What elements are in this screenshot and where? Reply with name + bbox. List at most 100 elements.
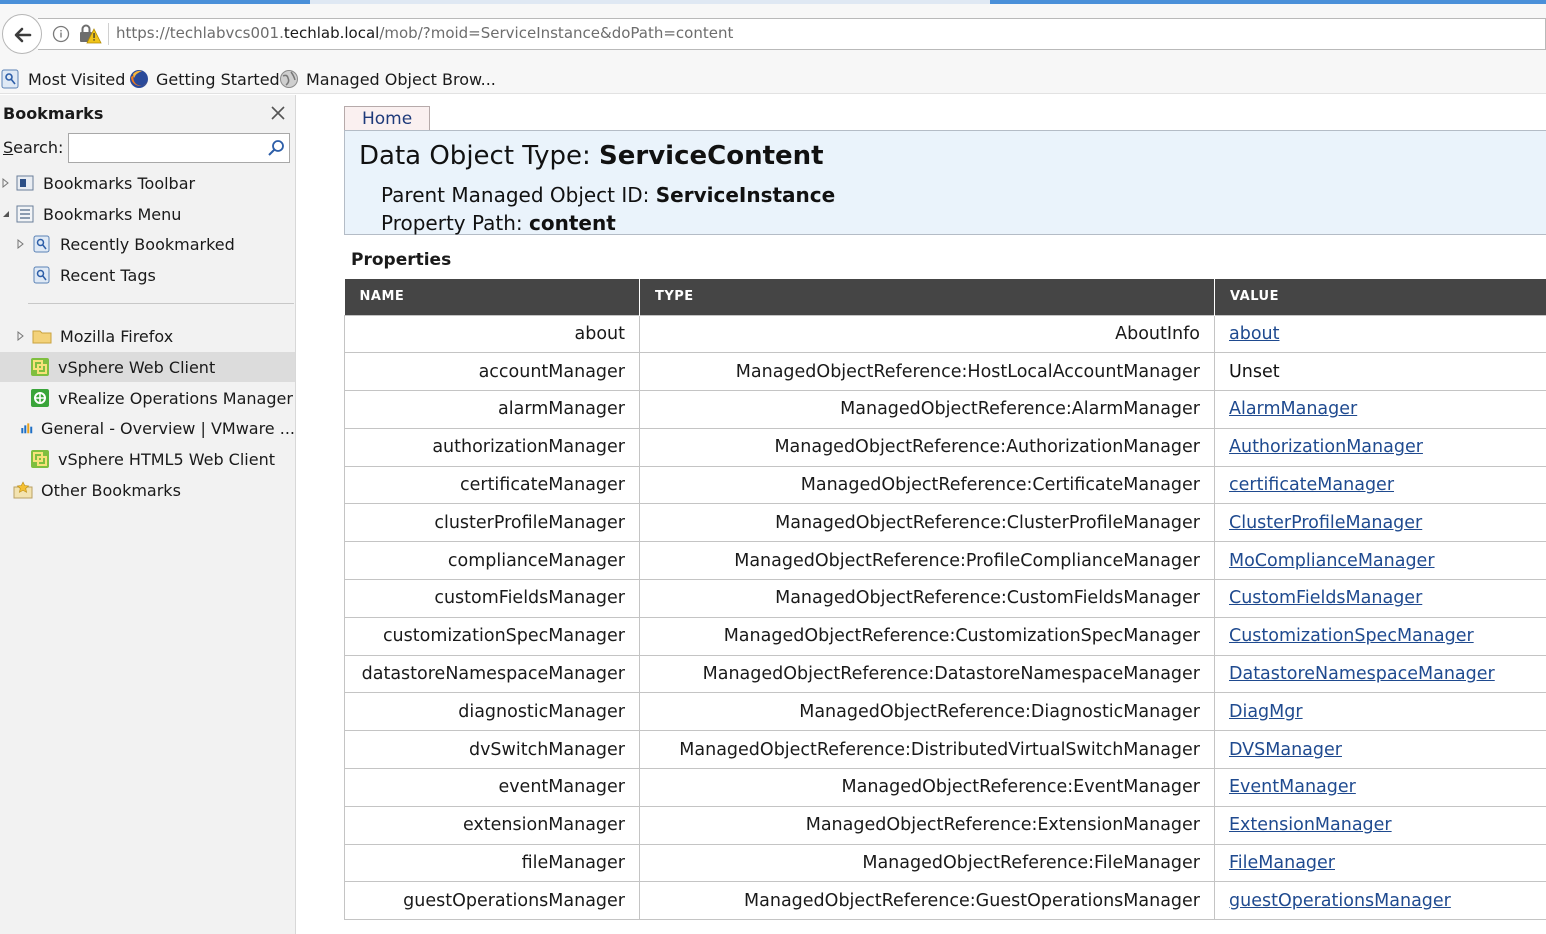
- properties-heading: Properties: [351, 250, 452, 270]
- vsphere-icon: [31, 450, 49, 468]
- tree-item-vrealize-operations[interactable]: vRealize Operations Manager: [0, 383, 295, 413]
- bookmarks-sidebar: Bookmarks Search: Bookmarks Toolbar Book…: [0, 95, 296, 934]
- property-value-link[interactable]: CustomizationSpecManager: [1229, 626, 1474, 646]
- property-type: ManagedObjectReference:AlarmManager: [639, 390, 1215, 429]
- smart-folder-icon: [33, 235, 50, 253]
- info-icon[interactable]: [52, 25, 70, 43]
- property-name: authorizationManager: [344, 427, 640, 467]
- property-value-cell: ClusterProfileManager: [1214, 503, 1546, 543]
- property-type: ManagedObjectReference:CertificateManage…: [639, 465, 1215, 505]
- property-value-link[interactable]: CustomFieldsManager: [1229, 588, 1422, 608]
- property-value-link[interactable]: DiagMgr: [1229, 702, 1303, 722]
- property-value-cell: CustomizationSpecManager: [1214, 616, 1546, 656]
- table-row: dvSwitchManager ManagedObjectReference:Di…: [344, 730, 1546, 770]
- property-value-link[interactable]: AlarmManager: [1229, 399, 1357, 419]
- page-content: Home Data Object Type: ServiceContent Pa…: [296, 95, 1546, 934]
- property-value-link[interactable]: FileManager: [1229, 853, 1335, 873]
- property-name: clusterProfileManager: [344, 503, 640, 543]
- search-label: Search:: [3, 138, 64, 157]
- back-arrow-icon: [14, 27, 32, 43]
- table-row: eventManager ManagedObjectReference:Event…: [344, 768, 1546, 807]
- tree-item-recently-bookmarked[interactable]: Recently Bookmarked: [0, 229, 295, 259]
- property-value-cell: DatastoreNamespaceManager: [1214, 654, 1546, 694]
- bookmark-managed-object-browser[interactable]: Managed Object Brow...: [278, 66, 496, 92]
- bookmark-most-visited[interactable]: Most Visited: [0, 66, 125, 92]
- table-row: complianceManager ManagedObjectReference:…: [344, 541, 1546, 581]
- property-name: diagnosticManager: [344, 692, 640, 732]
- property-value-link[interactable]: DVSManager: [1229, 740, 1342, 760]
- url-bar[interactable]: https://techlabvcs001.techlab.local/mob/…: [38, 18, 1546, 50]
- property-value-link[interactable]: guestOperationsManager: [1229, 891, 1451, 911]
- tree-item-vsphere-web-client[interactable]: vSphere Web Client: [0, 352, 295, 382]
- home-link[interactable]: Home: [344, 106, 430, 131]
- tree-item-mozilla-firefox[interactable]: Mozilla Firefox: [0, 321, 295, 351]
- navigation-bar: https://techlabvcs001.techlab.local/mob/…: [0, 0, 1546, 64]
- property-value-cell: CustomFieldsManager: [1214, 579, 1546, 618]
- tree-item-bookmarks-toolbar[interactable]: Bookmarks Toolbar: [0, 168, 295, 198]
- back-button[interactable]: [2, 14, 42, 54]
- close-icon[interactable]: [268, 103, 288, 123]
- table-row: customFieldsManager ManagedObjectReferenc…: [344, 579, 1546, 618]
- search-input[interactable]: [71, 135, 261, 161]
- table-row: guestOperationsManager ManagedObjectRefer…: [344, 881, 1546, 921]
- other-bookmarks-folder-icon: [13, 481, 33, 499]
- table-row: extensionManager ManagedObjectReference:E…: [344, 805, 1546, 845]
- tree-item-general-overview[interactable]: General - Overview | VMware ...: [0, 413, 295, 443]
- search-icon[interactable]: [267, 139, 285, 157]
- table-row: about AboutInfo about: [344, 314, 1546, 354]
- property-value-link[interactable]: MoComplianceManager: [1229, 551, 1435, 571]
- property-path: Property Path: content: [381, 211, 616, 235]
- table-row: diagnosticManager ManagedObjectReference:…: [344, 692, 1546, 732]
- tree-item-vsphere-html5-client[interactable]: vSphere HTML5 Web Client: [0, 444, 295, 474]
- property-value-link[interactable]: EventManager: [1229, 777, 1356, 797]
- property-value-link[interactable]: about: [1229, 324, 1280, 344]
- smart-folder-icon: [33, 266, 50, 284]
- globe-icon: [280, 70, 298, 88]
- tree-item-bookmarks-menu[interactable]: Bookmarks Menu: [0, 199, 295, 229]
- property-type: ManagedObjectReference:EventManager: [639, 768, 1215, 807]
- bookmarks-toolbar: Most Visited Getting Started Managed Obj…: [0, 64, 1546, 94]
- bookmark-search-field[interactable]: [68, 133, 290, 163]
- property-value-link[interactable]: ExtensionManager: [1229, 815, 1392, 835]
- property-type: ManagedObjectReference:CustomizationSpec…: [639, 616, 1215, 656]
- property-name: complianceManager: [344, 541, 640, 581]
- url-text[interactable]: https://techlabvcs001.techlab.local/mob/…: [116, 24, 733, 42]
- property-type: ManagedObjectReference:ProfileCompliance…: [639, 541, 1215, 581]
- property-value-link[interactable]: certificateManager: [1229, 475, 1394, 495]
- property-type: ManagedObjectReference:ClusterProfileMan…: [639, 503, 1215, 543]
- menu-folder-icon: [16, 205, 34, 223]
- property-value-link[interactable]: ClusterProfileManager: [1229, 513, 1422, 533]
- property-value-cell: DiagMgr: [1214, 692, 1546, 732]
- bookmark-folder-icon: [1, 69, 19, 89]
- object-header: Data Object Type: ServiceContent Parent …: [344, 130, 1546, 235]
- tree-item-other-bookmarks[interactable]: Other Bookmarks: [0, 475, 295, 505]
- property-type: ManagedObjectReference:HostLocalAccountM…: [639, 352, 1215, 392]
- bookmark-getting-started[interactable]: Getting Started: [128, 66, 280, 92]
- collapse-arrow-icon[interactable]: [1, 209, 11, 219]
- column-header-type: TYPE: [639, 279, 1215, 315]
- property-name: alarmManager: [344, 390, 640, 429]
- expand-arrow-icon[interactable]: [1, 178, 11, 188]
- vsphere-icon: [31, 358, 49, 376]
- property-name: accountManager: [344, 352, 640, 392]
- property-value-cell: about: [1214, 314, 1546, 354]
- separator: [28, 303, 294, 304]
- property-name: fileManager: [344, 843, 640, 883]
- insecure-lock-icon[interactable]: [78, 23, 102, 45]
- property-value-cell: AuthorizationManager: [1214, 427, 1546, 467]
- property-type: AboutInfo: [639, 314, 1215, 354]
- property-value-link[interactable]: AuthorizationManager: [1229, 437, 1423, 457]
- table-row: fileManager ManagedObjectReference:FileMa…: [344, 843, 1546, 883]
- expand-arrow-icon[interactable]: [16, 331, 26, 341]
- sidebar-title: Bookmarks: [3, 104, 104, 123]
- property-type: ManagedObjectReference:ExtensionManager: [639, 805, 1215, 845]
- data-object-type: Data Object Type: ServiceContent: [359, 141, 824, 171]
- tree-item-recent-tags[interactable]: Recent Tags: [0, 260, 295, 290]
- property-value-cell: AlarmManager: [1214, 390, 1546, 429]
- table-row: clusterProfileManager ManagedObjectRefere…: [344, 503, 1546, 543]
- property-name: customizationSpecManager: [344, 616, 640, 656]
- property-value-cell: Unset: [1214, 352, 1546, 392]
- property-value-link[interactable]: DatastoreNamespaceManager: [1229, 664, 1495, 684]
- vrealize-icon: [31, 389, 49, 407]
- expand-arrow-icon[interactable]: [16, 239, 26, 249]
